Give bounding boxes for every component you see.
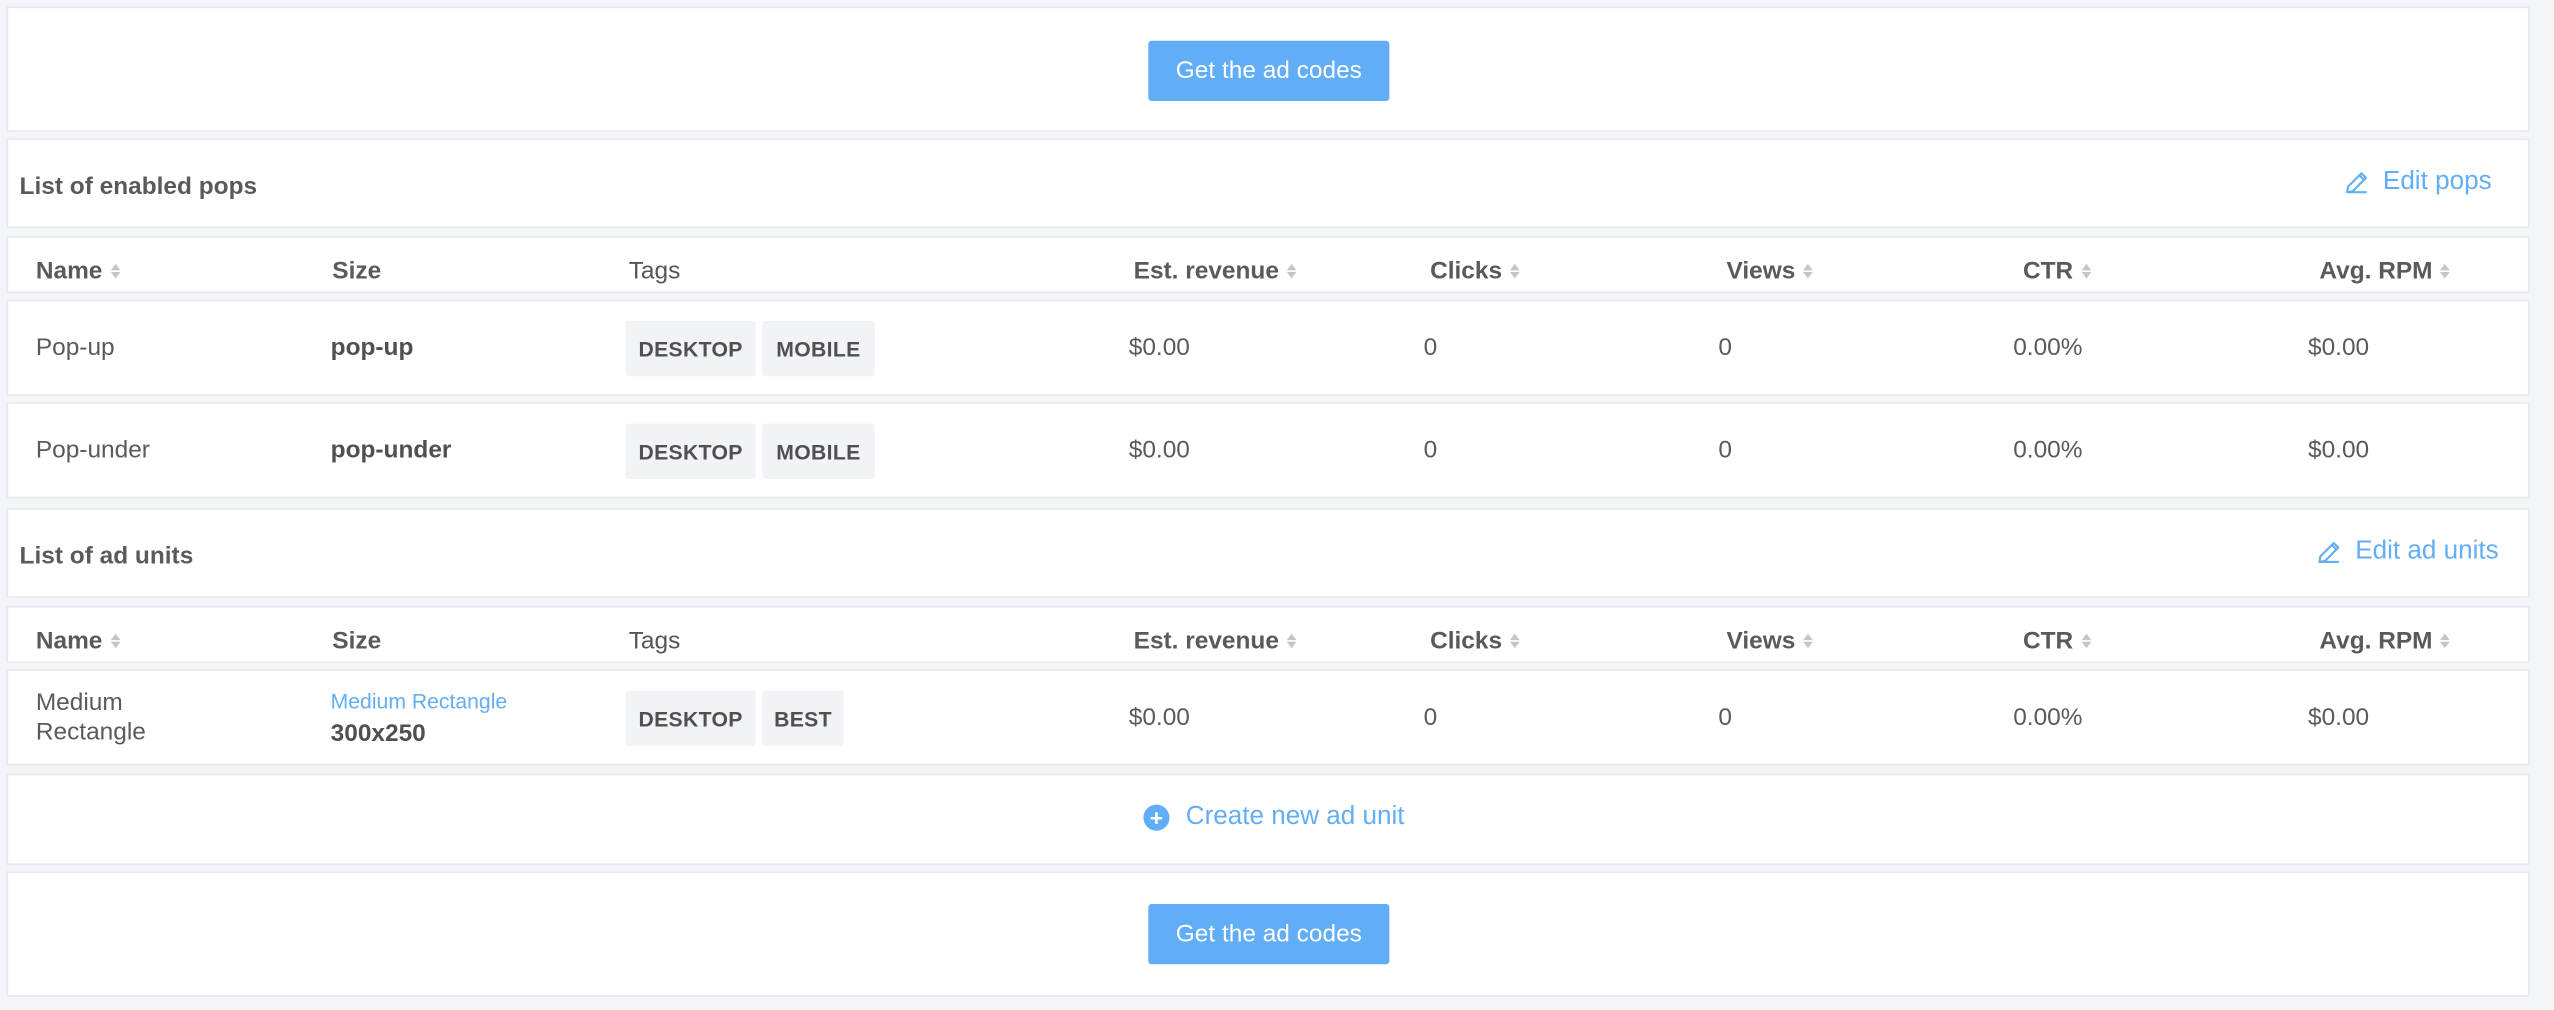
row-views: 0: [1718, 703, 1732, 732]
sort-icon: [2440, 633, 2451, 649]
row-name: Medium Rectangle: [36, 689, 146, 748]
col-clicks-label: Clicks: [1430, 627, 1503, 655]
col-views-label: Views: [1726, 257, 1796, 286]
row-ctr: 0.00%: [2013, 703, 2083, 732]
size-type-link[interactable]: Medium Rectangle: [331, 686, 508, 719]
col-rpm-label: Avg. RPM: [2319, 257, 2433, 286]
row-clicks: 0: [1423, 436, 1438, 465]
col-ctr[interactable]: CTR: [2022, 627, 2092, 655]
top-actions-panel: Get the ad codes: [6, 6, 2530, 132]
sort-icon: [1803, 263, 1814, 279]
tag-badge: DESKTOP: [625, 423, 756, 479]
tag-badge: BEST: [762, 690, 844, 746]
col-tags-label: Tags: [628, 627, 681, 655]
edit-pops-label: Edit pops: [2382, 167, 2492, 196]
col-revenue[interactable]: Est. revenue: [1134, 257, 1297, 285]
row-ctr: 0.00%: [2013, 436, 2083, 465]
col-tags: Tags: [629, 627, 681, 655]
col-ctr[interactable]: CTR: [2022, 257, 2092, 286]
units-section-title: List of ad units: [19, 542, 194, 571]
col-views[interactable]: Views: [1727, 627, 1814, 655]
col-views-label: Views: [1726, 627, 1796, 655]
row-clicks: 0: [1423, 333, 1438, 362]
edit-ad-units-label: Edit ad units: [2355, 537, 2499, 566]
col-size-label: Size: [332, 627, 382, 655]
row-size: pop-up: [330, 333, 414, 362]
edit-pops-link[interactable]: Edit pops: [2344, 168, 2492, 197]
table-row: Medium Rectangle Medium Rectangle 300x25…: [6, 669, 2530, 766]
col-name[interactable]: Name: [35, 257, 121, 286]
col-revenue-label: Est. revenue: [1133, 627, 1279, 655]
col-size: Size: [332, 627, 381, 655]
tag-badge: DESKTOP: [625, 320, 756, 377]
tag-badge: DESKTOP: [625, 690, 756, 746]
pencil-icon: [2318, 541, 2340, 563]
sort-icon: [110, 263, 121, 279]
sort-icon: [1287, 633, 1297, 649]
create-unit-panel: + Create new ad unit: [6, 773, 2530, 865]
units-table-header: Name Size Tags Est. revenue Clicks Views…: [6, 605, 2530, 663]
col-name-label: Name: [35, 627, 103, 655]
col-name[interactable]: Name: [35, 627, 121, 655]
col-clicks[interactable]: Clicks: [1430, 257, 1521, 286]
col-revenue[interactable]: Est. revenue: [1134, 627, 1297, 655]
row-revenue: $0.00: [1128, 703, 1190, 732]
col-size: Size: [332, 257, 381, 285]
col-rpm-label: Avg. RPM: [2319, 627, 2433, 655]
tag-badge: MOBILE: [762, 423, 875, 479]
bottom-actions-panel: Get the ad codes: [6, 871, 2530, 997]
row-name-line2: Rectangle: [35, 718, 146, 746]
plus-circle-icon: +: [1143, 804, 1170, 831]
col-rpm[interactable]: Avg. RPM: [2319, 257, 2451, 286]
row-name: Pop-under: [35, 436, 150, 465]
create-ad-unit-label: Create new ad unit: [1185, 802, 1405, 831]
row-rpm: $0.00: [2308, 333, 2370, 362]
pops-table-header: Name Size Tags Est. revenue Clicks Views…: [6, 236, 2530, 294]
row-ctr: 0.00%: [2013, 333, 2083, 362]
col-tags: Tags: [629, 257, 681, 285]
col-clicks[interactable]: Clicks: [1430, 627, 1521, 655]
sort-icon: [1510, 263, 1521, 279]
row-rpm: $0.00: [2308, 436, 2370, 465]
tag-badge: MOBILE: [762, 320, 875, 377]
row-clicks: 0: [1423, 703, 1438, 732]
pops-section-title: List of enabled pops: [19, 172, 258, 201]
row-size: pop-under: [330, 436, 452, 465]
page: Get the ad codes List of enabled pops Ed…: [0, 0, 2554, 1010]
row-name-line1: Medium: [35, 688, 123, 717]
table-row: Pop-under pop-under DESKTOP MOBILE $0.00…: [6, 402, 2530, 499]
row-revenue: $0.00: [1128, 436, 1190, 465]
create-ad-unit-link[interactable]: + Create new ad unit: [1143, 802, 1405, 832]
row-views: 0: [1718, 333, 1732, 362]
col-name-label: Name: [35, 257, 103, 286]
col-tags-label: Tags: [628, 257, 681, 286]
col-ctr-label: CTR: [2022, 257, 2074, 286]
sort-icon: [2081, 633, 2092, 649]
col-size-label: Size: [332, 257, 382, 286]
get-ad-codes-button-bottom[interactable]: Get the ad codes: [1148, 903, 1390, 965]
col-views[interactable]: Views: [1727, 257, 1814, 285]
size-dimensions: 300x250: [330, 719, 426, 748]
sort-icon: [1510, 633, 1521, 649]
col-ctr-label: CTR: [2022, 627, 2074, 655]
row-views: 0: [1718, 436, 1732, 465]
pops-header: List of enabled pops Edit pops: [6, 138, 2530, 229]
sort-icon: [2081, 263, 2092, 279]
sort-icon: [1287, 263, 1297, 279]
sort-icon: [1803, 633, 1814, 649]
row-name: Pop-up: [35, 333, 115, 362]
col-clicks-label: Clicks: [1430, 257, 1503, 286]
table-row: Pop-up pop-up DESKTOP MOBILE $0.00 0 0 0…: [6, 299, 2530, 396]
col-revenue-label: Est. revenue: [1133, 257, 1279, 286]
col-rpm[interactable]: Avg. RPM: [2319, 627, 2451, 655]
get-ad-codes-button-top[interactable]: Get the ad codes: [1148, 40, 1390, 101]
row-rpm: $0.00: [2308, 703, 2370, 732]
sort-icon: [110, 633, 121, 649]
edit-ad-units-link[interactable]: Edit ad units: [2316, 538, 2499, 567]
row-size: Medium Rectangle 300x250: [331, 686, 508, 751]
units-header: List of ad units Edit ad units: [6, 508, 2530, 598]
sort-icon: [2440, 263, 2451, 279]
pencil-icon: [2346, 172, 2368, 194]
row-revenue: $0.00: [1128, 333, 1190, 362]
